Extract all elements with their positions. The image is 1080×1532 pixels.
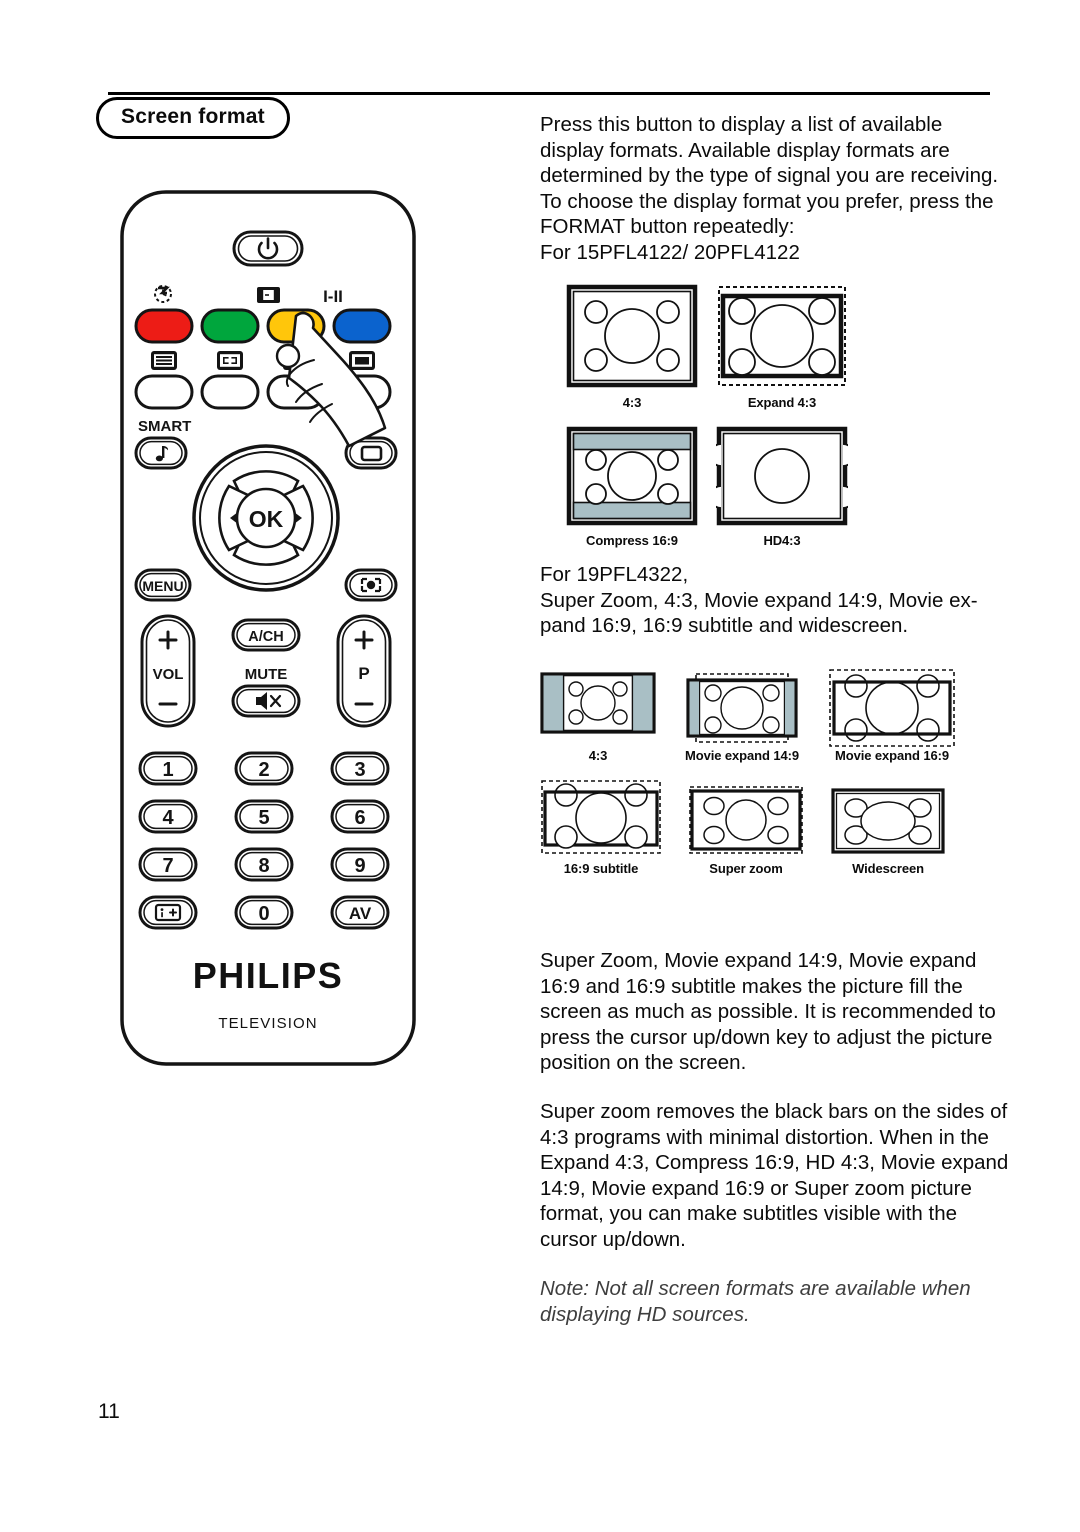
- key-5: 5: [234, 799, 294, 834]
- program-rocker: P: [336, 614, 392, 728]
- right-column: Press this button to display a list of a…: [540, 112, 1010, 266]
- svg-text:5: 5: [258, 807, 269, 829]
- paragraph-fill-screen: Super Zoom, Movie expand 14:9, Movie exp…: [540, 949, 996, 1075]
- format-widescreen-diagram: [831, 788, 945, 854]
- av-button: AV: [330, 895, 390, 930]
- header-rule: [108, 92, 990, 95]
- paragraph-formats-list: Super Zoom, 4:3, Movie expand 14:9, Movi…: [540, 588, 978, 638]
- info-button: [138, 895, 198, 930]
- format-diagrams-group-2: 4:3 Movie expand 14:9 Movie expand 16:9 …: [540, 668, 956, 876]
- svg-text:6: 6: [354, 807, 365, 829]
- key-0: 0: [234, 895, 294, 930]
- svg-text:3: 3: [354, 759, 365, 781]
- svg-text:MENU: MENU: [142, 578, 183, 594]
- subpage-icon: [217, 351, 243, 370]
- format-compress-16-9-diagram: [566, 426, 698, 526]
- format-item-16-9-subtitle: 16:9 subtitle: [540, 779, 662, 876]
- key-7: 7: [138, 847, 198, 882]
- key-4: 4: [138, 799, 198, 834]
- format-super-zoom-diagram: [689, 786, 803, 854]
- mute-label: MUTE: [245, 666, 288, 683]
- format-movie-expand-14-9-diagram: [686, 673, 798, 743]
- format-caption: Movie expand 14:9: [685, 748, 799, 763]
- format-caption: 4:3: [622, 395, 642, 410]
- svg-text:AV: AV: [349, 904, 372, 923]
- format-icon: [257, 287, 280, 303]
- format-caption: Super zoom: [709, 861, 783, 876]
- note-text: Note: Not all screen formats are availab…: [540, 1276, 971, 1326]
- screen-icon-small: [349, 351, 375, 370]
- format-item-4-3-wide: 4:3: [540, 672, 656, 763]
- red-button: [134, 308, 194, 344]
- page-number: 11: [98, 1400, 120, 1423]
- ok-button: OK: [235, 487, 297, 549]
- green-button: [200, 308, 260, 344]
- volume-rocker: VOL: [140, 614, 196, 728]
- television-label: TELEVISION: [218, 1015, 317, 1032]
- svg-text:2: 2: [258, 759, 269, 781]
- pixel-plus-button: [344, 568, 398, 602]
- format-item-movie-expand-14-9: Movie expand 14:9: [682, 672, 802, 763]
- format-16-9-subtitle-diagram: [541, 780, 661, 854]
- blue-button-top-label: I-II: [323, 287, 343, 306]
- format-caption: Expand 4:3: [747, 395, 817, 410]
- format-4-3-wide-diagram: [540, 672, 656, 734]
- paragraph-super-zoom: Super zoom removes the black bars on the…: [540, 1099, 1009, 1251]
- vol-label: VOL: [153, 666, 184, 683]
- format-item-hd-4-3: HD4:3: [716, 426, 848, 548]
- manual-page: Screen format I-II SMART OK MENU VOL A/C…: [0, 0, 1080, 1532]
- svg-text:9: 9: [354, 855, 365, 877]
- power-button: [232, 230, 304, 267]
- key-2: 2: [234, 751, 294, 786]
- key-6: 6: [330, 799, 390, 834]
- format-expand-4-3-diagram: [718, 286, 846, 386]
- format-caption: 4:3: [588, 748, 608, 763]
- svg-text:0: 0: [258, 903, 269, 925]
- model-2-text-block: For 19PFL4322, Super Zoom, 4:3, Movie ex…: [540, 562, 1010, 639]
- format-item-compress-16-9: Compress 16:9: [566, 426, 698, 548]
- format-caption: Compress 16:9: [586, 533, 678, 548]
- navigation-pad: OK: [192, 444, 340, 592]
- svg-text:A/CH: A/CH: [248, 629, 283, 645]
- format-caption: Widescreen: [852, 861, 924, 876]
- model-line-2: For 19PFL4322,: [540, 563, 689, 586]
- bottom-text-block: Super Zoom, Movie expand 14:9, Movie exp…: [540, 948, 1010, 1348]
- format-hd-4-3-diagram: [716, 426, 848, 526]
- format-4-3-diagram: [566, 284, 698, 388]
- blue-button: [332, 308, 392, 344]
- key-1: 1: [138, 751, 198, 786]
- format-item-movie-expand-16-9: Movie expand 16:9: [828, 668, 956, 763]
- ach-button: A/CH: [231, 618, 301, 652]
- mute-button: [231, 684, 301, 718]
- subpage-button: [200, 374, 260, 410]
- format-item-expand-4-3: Expand 4:3: [716, 284, 848, 410]
- svg-text:OK: OK: [249, 506, 284, 532]
- key-9: 9: [330, 847, 390, 882]
- key-8: 8: [234, 847, 294, 882]
- p-label: P: [358, 664, 369, 683]
- format-item-super-zoom: Super zoom: [688, 785, 804, 876]
- key-3: 3: [330, 751, 390, 786]
- format-caption: Movie expand 16:9: [835, 748, 949, 763]
- svg-text:7: 7: [162, 855, 173, 877]
- svg-text:8: 8: [258, 855, 269, 877]
- format-caption: HD4:3: [763, 533, 801, 548]
- format-movie-expand-16-9-diagram: [829, 669, 955, 747]
- remote-control-illustration: I-II SMART OK MENU VOL A/CH MUTE P 1 2 3…: [118, 188, 418, 1068]
- paragraph-intro: Press this button to display a list of a…: [540, 113, 999, 239]
- svg-text:1: 1: [162, 759, 173, 781]
- smart-sound-button: [134, 436, 188, 470]
- format-diagrams-group-1: 4:3 Expand 4:3 Compress 16:9 HD4:3: [566, 284, 848, 548]
- svg-text:4: 4: [162, 807, 174, 829]
- teletext-icon: [151, 351, 177, 370]
- format-item-4-3: 4:3: [566, 284, 698, 410]
- smart-label: SMART: [138, 418, 191, 435]
- teletext-button: [134, 374, 194, 410]
- philips-logo: PHILIPS: [193, 955, 344, 996]
- section-title-badge: Screen format: [96, 97, 290, 140]
- format-item-widescreen: Widescreen: [830, 787, 946, 876]
- menu-button: MENU: [134, 568, 192, 602]
- model-line-1: For 15PFL4122/ 20PFL4122: [540, 240, 800, 264]
- format-caption: 16:9 subtitle: [563, 861, 639, 876]
